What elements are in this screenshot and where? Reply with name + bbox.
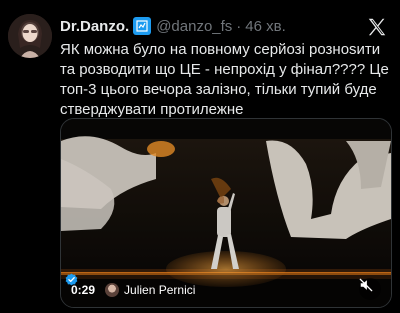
speaker-muted-icon[interactable] (359, 278, 381, 300)
separator-dot: · (236, 17, 242, 35)
square-badge-icon (133, 17, 152, 35)
author-avatar[interactable] (8, 14, 52, 58)
display-name[interactable]: Dr.Danzo. (60, 18, 129, 35)
video-player[interactable]: 0:29 Julien Pernici (60, 118, 392, 308)
x-logo-icon (366, 16, 388, 38)
verified-badge-icon (65, 273, 78, 286)
post-time[interactable]: 46 хв. (245, 18, 286, 35)
tweet-header: Dr.Danzo. @danzo_fs · 46 хв. (60, 16, 360, 36)
tweet-text: ЯК можна було на повному серйозі рознosи… (60, 41, 389, 118)
credit-name[interactable]: Julien Pernici (124, 283, 195, 297)
handle[interactable]: @danzo_fs (156, 18, 232, 35)
video-info-bar: 0:29 Julien Pernici (61, 273, 391, 307)
credit-avatar[interactable] (105, 283, 120, 297)
